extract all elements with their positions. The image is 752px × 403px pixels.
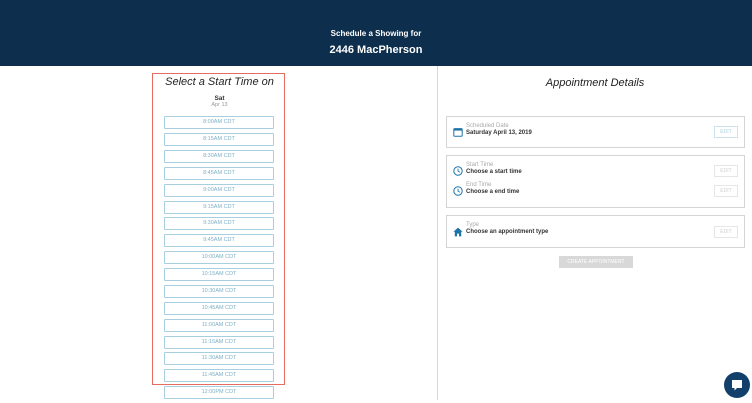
header-subtitle: Schedule a Showing for xyxy=(330,29,422,38)
edit-end-time-button[interactable]: EDIT xyxy=(714,185,738,197)
edit-type-button[interactable]: EDIT xyxy=(714,226,738,238)
time-card: Start Time Choose a start time EDIT End … xyxy=(446,155,745,208)
clock-icon xyxy=(453,166,463,176)
appointment-details-heading: Appointment Details xyxy=(545,77,645,89)
create-appointment-button[interactable]: CREATE APPOINTMENT xyxy=(559,256,633,268)
clock-icon xyxy=(453,186,463,196)
time-slot[interactable]: 12:00PM CDT xyxy=(164,386,274,399)
appointment-type-card: Type Choose an appointment type EDIT xyxy=(446,215,745,248)
column-divider xyxy=(437,66,438,400)
start-time-value: Choose a start time xyxy=(466,169,522,175)
type-value: Choose an appointment type xyxy=(466,229,549,235)
chat-widget-button[interactable] xyxy=(724,372,750,398)
end-time-value: Choose a end time xyxy=(466,189,520,195)
edit-date-button[interactable]: EDIT xyxy=(714,126,738,138)
home-icon xyxy=(453,227,463,237)
edit-start-time-button[interactable]: EDIT xyxy=(714,165,738,177)
property-address: 2446 MacPherson xyxy=(329,44,423,56)
scheduled-date-value: Saturday April 13, 2019 xyxy=(466,130,532,136)
start-time-label: Start Time xyxy=(466,162,494,168)
scheduled-date-label: Scheduled Date xyxy=(466,123,509,129)
end-time-label: End Time xyxy=(466,182,492,188)
selection-highlight-box xyxy=(152,73,285,385)
scheduled-date-card: Scheduled Date Saturday April 13, 2019 E… xyxy=(446,116,745,148)
type-label: Type xyxy=(466,222,480,228)
calendar-icon xyxy=(453,128,463,137)
page-header: Schedule a Showing for 2446 MacPherson xyxy=(0,0,752,66)
chat-icon xyxy=(732,380,742,391)
